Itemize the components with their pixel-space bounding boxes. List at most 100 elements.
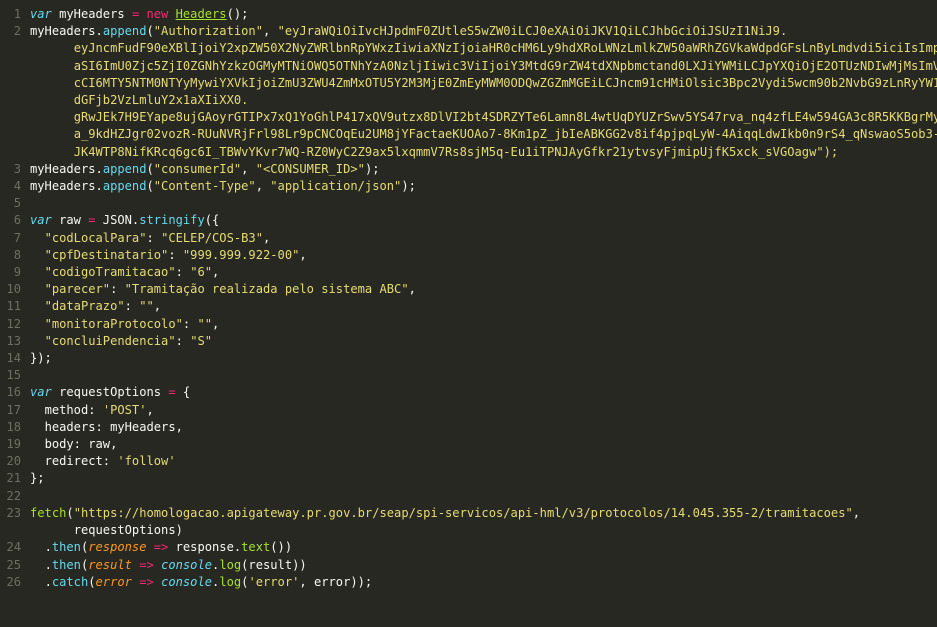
code-line: 10 "parecer": "Tramitação realizada pelo… bbox=[0, 281, 937, 298]
code-token: "codLocalPara" bbox=[44, 230, 147, 245]
code-token: , bbox=[255, 179, 271, 194]
code-line: 8 "cpfDestinatario": "999.999.922-00", bbox=[0, 247, 937, 264]
code-token: Headers bbox=[175, 7, 227, 21]
code-token: append bbox=[102, 24, 147, 39]
code-token: raw bbox=[51, 213, 89, 228]
code-token: body: raw, bbox=[44, 437, 118, 452]
code-line: 20 redirect: 'follow' bbox=[0, 453, 937, 470]
code-line: 26 .catch(error => console.log('error', … bbox=[0, 574, 937, 591]
code-token: = bbox=[168, 385, 176, 400]
code-line: 6 var raw = JSON.stringify({ bbox=[0, 212, 937, 229]
code-token: "" bbox=[197, 316, 213, 331]
code-token: "999.999.922-00" bbox=[182, 247, 300, 262]
line-content: aSI6ImU0Zjc5ZjI0ZGNhYzkzOGMyMTNiOWQ5OTNh… bbox=[30, 58, 937, 75]
code-line: 25 .then(result => console.log(result)) bbox=[0, 557, 937, 574]
code-line: cCI6MTY5NTM0NTYyMywiYXVkIjoiZmU3ZWU4ZmMx… bbox=[0, 75, 937, 92]
line-number: 8 bbox=[13, 247, 21, 262]
line-content: eyJncmFudF90eXBlIjoiY2xpZW50X2NyZWRlbnRp… bbox=[30, 40, 937, 57]
code-token: response. bbox=[168, 540, 242, 555]
code-line: aSI6ImU0Zjc5ZjI0ZGNhYzkzOGMyMTNiOWQ5OTNh… bbox=[0, 58, 937, 75]
line-content: "concluiPendencia": "S" bbox=[30, 333, 937, 350]
code-token: , bbox=[212, 316, 220, 331]
code-token: . bbox=[44, 557, 52, 572]
code-token: "Content-Type" bbox=[153, 179, 256, 194]
line-number: 22 bbox=[6, 488, 21, 503]
code-token: => bbox=[139, 557, 154, 572]
line-number: 2 bbox=[13, 24, 21, 39]
code-token: "cpfDestinatario" bbox=[44, 247, 169, 262]
line-content: .then(result => console.log(result)) bbox=[30, 557, 937, 574]
code-token: "concluiPendencia" bbox=[44, 333, 176, 348]
code-token: method: bbox=[44, 402, 103, 417]
code-token: . bbox=[44, 540, 52, 555]
line-content: var myHeaders = new Headers(); bbox=[30, 6, 937, 23]
code-token: : bbox=[175, 265, 191, 280]
line-content: "codLocalPara": "CELEP/COS-B3", bbox=[30, 230, 937, 247]
code-line: 24 .then(response => response.text()) bbox=[0, 539, 937, 556]
line-content: }; bbox=[30, 470, 937, 487]
line-content: myHeaders.append("consumerId", "<CONSUME… bbox=[30, 161, 937, 178]
code-token: : bbox=[124, 299, 140, 314]
line-number: 17 bbox=[6, 402, 21, 417]
code-token: ( bbox=[66, 505, 74, 520]
code-line: 16 var requestOptions = { bbox=[0, 384, 937, 401]
line-content: var raw = JSON.stringify({ bbox=[30, 212, 937, 229]
code-line: 15 bbox=[0, 367, 937, 384]
code-token: , error)); bbox=[299, 574, 373, 589]
code-token: log bbox=[219, 574, 242, 589]
line-content: cCI6MTY5NTM0NTYyMywiYXVkIjoiZmU3ZWU4ZmMx… bbox=[30, 75, 937, 92]
line-content: headers: myHeaders, bbox=[30, 419, 937, 436]
code-line: JK4WTP8NifKRcq6gc6I_TBWvYKvr7WQ-RZ0WyC2Z… bbox=[0, 144, 937, 161]
code-token: : bbox=[168, 247, 183, 262]
code-token: aSI6ImU0Zjc5ZjI0ZGNhYzkzOGMyMTNiOWQ5OTNh… bbox=[73, 58, 937, 73]
line-content: "cpfDestinatario": "999.999.922-00", bbox=[30, 247, 937, 264]
code-token: 'error' bbox=[248, 574, 300, 589]
code-token: = bbox=[88, 213, 96, 228]
code-line: 4 myHeaders.append("Content-Type", "appli… bbox=[0, 178, 937, 195]
code-token: then bbox=[51, 557, 81, 572]
code-token: "monitoraProtocolo" bbox=[44, 316, 183, 331]
line-number: 11 bbox=[6, 299, 21, 314]
code-token: "eyJraWQiOiIvcHJpdmF0ZUtleS5wZW0iLCJ0eXA… bbox=[277, 24, 788, 39]
code-token: : bbox=[110, 282, 125, 297]
code-token: , bbox=[408, 282, 416, 297]
line-number: 18 bbox=[6, 419, 21, 434]
line-content: .catch(error => console.log('error', err… bbox=[30, 574, 937, 591]
code-line: 11 "dataPrazo": "", bbox=[0, 298, 937, 315]
code-token: JK4WTP8NifKRcq6gc6I_TBWvYKvr7WQ-RZ0WyC2Z… bbox=[73, 144, 839, 159]
code-token: ( bbox=[88, 574, 96, 589]
code-token: }); bbox=[30, 351, 52, 366]
code-block-viewer[interactable]: 1 var myHeaders = new Headers(); 2 myHeader… bbox=[0, 0, 937, 627]
line-number: 25 bbox=[6, 557, 21, 572]
code-token: requestOptions bbox=[51, 385, 169, 400]
line-number: 14 bbox=[6, 351, 21, 366]
code-token: ({ bbox=[204, 213, 220, 228]
code-token: console bbox=[161, 574, 213, 589]
code-token: , bbox=[263, 230, 271, 245]
code-token: "CELEP/COS-B3" bbox=[161, 230, 263, 245]
code-token: "Authorization" bbox=[153, 24, 263, 39]
code-token: : bbox=[182, 316, 198, 331]
code-token: "https://homologacao.apigateway.pr.gov.b… bbox=[73, 505, 853, 520]
code-token: "Tramitação realizada pelo sistema ABC" bbox=[124, 282, 409, 297]
code-token: (); bbox=[226, 7, 249, 21]
line-number: 9 bbox=[13, 265, 21, 280]
code-token: headers: myHeaders, bbox=[44, 419, 183, 434]
line-content: fetch("https://homologacao.apigateway.pr… bbox=[30, 505, 937, 522]
code-token: "dataPrazo" bbox=[44, 299, 125, 314]
line-content: myHeaders.append("Authorization", "eyJra… bbox=[30, 23, 937, 40]
code-token: , bbox=[852, 505, 861, 520]
code-token: "parecer" bbox=[44, 282, 111, 297]
line-number: 3 bbox=[13, 161, 21, 176]
